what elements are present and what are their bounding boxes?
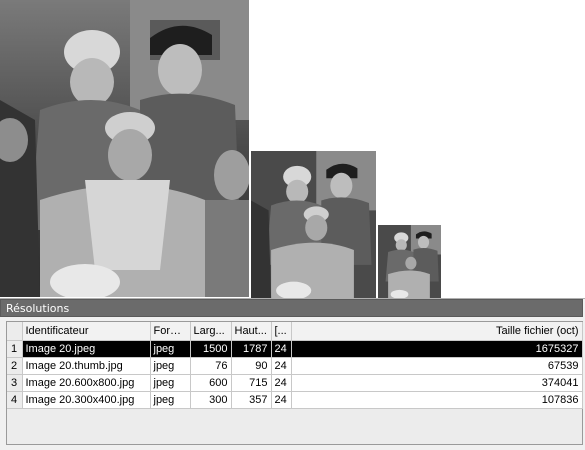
cell-taille: 1675327 — [291, 340, 583, 358]
cell-depth: 24 — [271, 340, 292, 358]
cell-depth: 24 — [271, 357, 292, 375]
column-header-identificateur[interactable]: Identificateur — [22, 322, 151, 341]
column-header-largeur[interactable]: Larg... — [190, 322, 232, 341]
cell-format: jpeg — [150, 340, 191, 358]
cell-taille: 67539 — [291, 357, 583, 375]
cell-format: jpeg — [150, 357, 191, 375]
column-header-hauteur[interactable]: Haut... — [231, 322, 272, 341]
row-number: 2 — [7, 357, 23, 375]
cell-taille: 107836 — [291, 391, 583, 409]
resolutions-table: Identificateur Form... Larg... Haut... [… — [7, 322, 583, 409]
cell-largeur: 76 — [190, 357, 232, 375]
row-number: 3 — [7, 374, 23, 392]
cell-largeur: 600 — [190, 374, 232, 392]
cell-format: jpeg — [150, 374, 191, 392]
cell-identificateur: Image 20.600x800.jpg — [22, 374, 151, 392]
table-header-row: Identificateur Form... Larg... Haut... [… — [7, 322, 583, 341]
column-header-format[interactable]: Form... — [150, 322, 191, 341]
table-row[interactable]: 4 Image 20.300x400.jpg jpeg 300 357 24 1… — [7, 391, 583, 409]
cell-depth: 24 — [271, 374, 292, 392]
cell-taille: 374041 — [291, 374, 583, 392]
panel-title: Résolutions — [0, 299, 583, 317]
cell-largeur: 1500 — [190, 340, 232, 358]
table-row[interactable]: 1 Image 20.jpeg jpeg 1500 1787 24 167532… — [7, 340, 583, 358]
cell-hauteur: 357 — [231, 391, 272, 409]
cell-largeur: 300 — [190, 391, 232, 409]
table-row[interactable]: 3 Image 20.600x800.jpg jpeg 600 715 24 3… — [7, 374, 583, 392]
cell-hauteur: 90 — [231, 357, 272, 375]
preview-image-large — [0, 0, 249, 297]
photo-graphic — [0, 0, 249, 297]
cell-hauteur: 1787 — [231, 340, 272, 358]
column-header-depth[interactable]: [... — [271, 322, 292, 341]
preview-image-medium — [251, 151, 376, 298]
column-header-taille[interactable]: Taille fichier (oct) — [291, 322, 583, 341]
resolutions-table-frame: Identificateur Form... Larg... Haut... [… — [6, 321, 583, 445]
cell-identificateur: Image 20.300x400.jpg — [22, 391, 151, 409]
photo-graphic — [378, 225, 441, 298]
row-number-header — [7, 322, 23, 341]
photo-graphic — [251, 151, 376, 298]
table-row[interactable]: 2 Image 20.thumb.jpg jpeg 76 90 24 67539 — [7, 357, 583, 375]
cell-identificateur: Image 20.thumb.jpg — [22, 357, 151, 375]
resolutions-panel: Résolutions Identificateur Form... Larg.… — [0, 298, 585, 450]
preview-image-small — [378, 225, 441, 298]
cell-format: jpeg — [150, 391, 191, 409]
cell-hauteur: 715 — [231, 374, 272, 392]
cell-depth: 24 — [271, 391, 292, 409]
row-number: 4 — [7, 391, 23, 409]
row-number: 1 — [7, 340, 23, 358]
cell-identificateur: Image 20.jpeg — [22, 340, 151, 358]
